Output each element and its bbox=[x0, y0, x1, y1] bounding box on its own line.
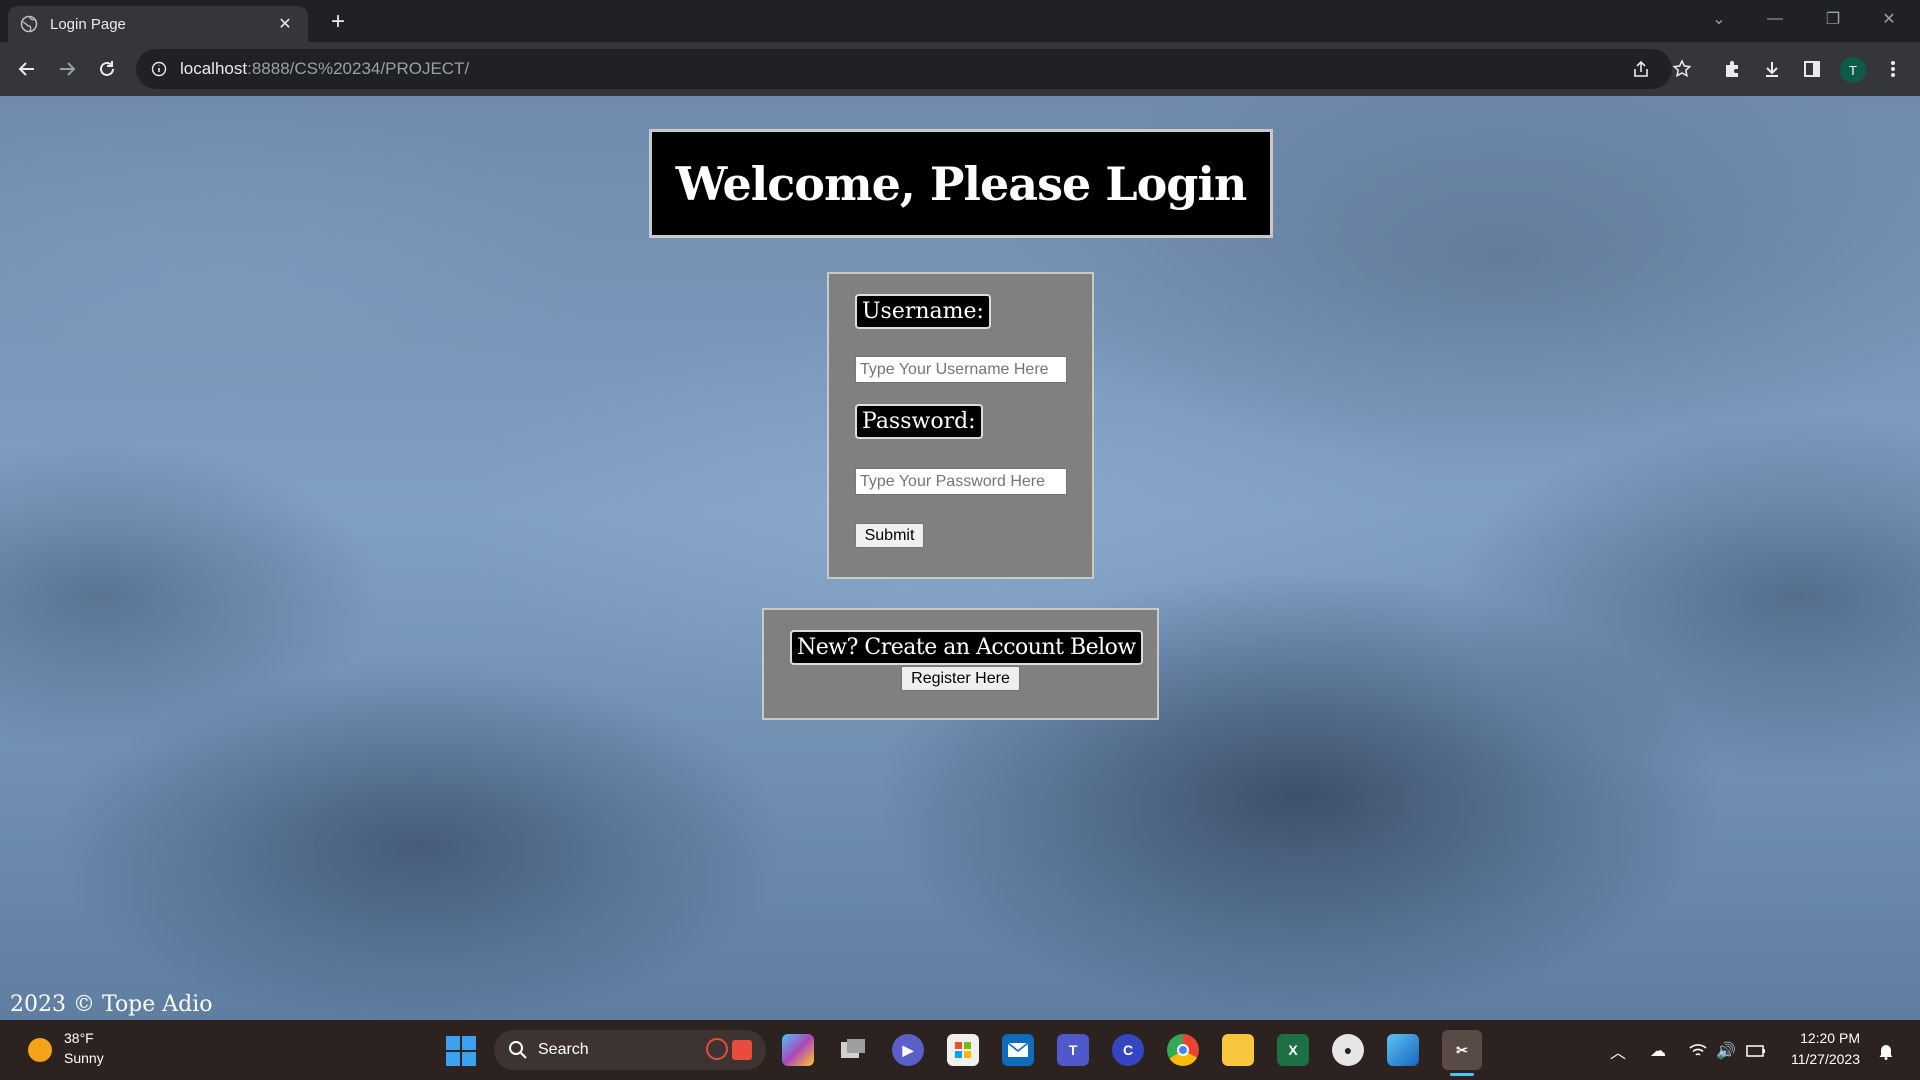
submit-button[interactable]: Submit bbox=[855, 523, 924, 548]
site-info-icon[interactable] bbox=[150, 60, 168, 78]
photos-icon[interactable] bbox=[1387, 1034, 1419, 1066]
chrome-icon[interactable] bbox=[1167, 1034, 1199, 1066]
wifi-icon[interactable] bbox=[1686, 1040, 1710, 1062]
register-panel: New? Create an Account Below Register He… bbox=[762, 608, 1159, 720]
profile-avatar[interactable]: T bbox=[1840, 57, 1866, 83]
onedrive-cloud-icon[interactable]: ☁ bbox=[1646, 1040, 1670, 1062]
page-viewport: Welcome, Please Login Username: Password… bbox=[0, 96, 1920, 1020]
reload-icon[interactable] bbox=[92, 54, 122, 84]
sun-icon bbox=[28, 1038, 52, 1062]
gift-icon bbox=[732, 1040, 752, 1060]
back-arrow-icon[interactable] bbox=[12, 54, 42, 84]
alarm-clock-icon bbox=[706, 1038, 728, 1060]
snipping-tool-icon[interactable]: ✂ bbox=[1442, 1030, 1482, 1070]
tab-strip: Login Page ✕ + ⌄ — ❐ ✕ bbox=[0, 0, 1920, 42]
page-title: Welcome, Please Login bbox=[675, 156, 1248, 211]
new-tab-button[interactable]: + bbox=[322, 8, 354, 36]
footer-credit: 2023 © Tope Adio bbox=[10, 992, 213, 1017]
taskbar-search[interactable]: Search bbox=[494, 1030, 766, 1070]
battery-icon[interactable] bbox=[1744, 1040, 1768, 1062]
register-button[interactable]: Register Here bbox=[901, 666, 1020, 691]
weather-temp: 38°F bbox=[64, 1030, 94, 1046]
download-icon[interactable] bbox=[1759, 56, 1785, 82]
globe-icon bbox=[20, 15, 38, 33]
extensions-puzzle-icon[interactable] bbox=[1719, 56, 1745, 82]
search-label: Search bbox=[538, 1041, 589, 1058]
tab-title: Login Page bbox=[50, 15, 126, 33]
side-panel-icon[interactable] bbox=[1799, 56, 1825, 82]
weather-desc: Sunny bbox=[64, 1050, 104, 1066]
window-close-icon[interactable]: ✕ bbox=[1866, 0, 1912, 38]
store-icon[interactable] bbox=[947, 1034, 979, 1066]
minimize-icon[interactable]: — bbox=[1752, 0, 1798, 38]
cortana-icon[interactable]: C bbox=[1112, 1034, 1144, 1066]
copilot-icon[interactable] bbox=[782, 1034, 814, 1066]
teams-icon[interactable]: T bbox=[1057, 1034, 1089, 1066]
username-label: Username: bbox=[855, 294, 991, 329]
tab-search-icon[interactable]: ⌄ bbox=[1696, 0, 1742, 38]
clock-date[interactable]: 11/27/2023 bbox=[1780, 1051, 1860, 1067]
taskbar: 38°F Sunny Search ▶ T C X ● ✂ ︿ ☁ 🔊 12:2… bbox=[0, 1020, 1920, 1080]
meet-video-icon[interactable]: ▶ bbox=[892, 1034, 924, 1066]
task-view-icon[interactable] bbox=[837, 1034, 869, 1066]
heading-banner: Welcome, Please Login bbox=[649, 129, 1273, 238]
browser-toolbar: localhost:8888/CS%20234/PROJECT/ bbox=[0, 42, 1920, 96]
windows-start-icon[interactable] bbox=[446, 1036, 476, 1066]
tab-login-page[interactable]: Login Page ✕ bbox=[8, 6, 308, 42]
search-icon bbox=[509, 1041, 527, 1059]
forward-arrow-icon[interactable] bbox=[52, 54, 82, 84]
password-input[interactable] bbox=[855, 468, 1067, 495]
password-label: Password: bbox=[855, 404, 983, 439]
address-bar[interactable]: localhost:8888/CS%20234/PROJECT/ bbox=[136, 49, 1672, 89]
close-icon[interactable]: ✕ bbox=[274, 13, 296, 35]
file-explorer-icon[interactable] bbox=[1222, 1034, 1254, 1066]
login-form: Username: Password: Submit bbox=[827, 272, 1094, 579]
share-icon[interactable] bbox=[1630, 58, 1652, 80]
kebab-menu-icon[interactable] bbox=[1880, 56, 1906, 82]
url-host: localhost bbox=[180, 59, 248, 78]
restore-icon[interactable]: ❐ bbox=[1810, 0, 1856, 38]
clock-time[interactable]: 12:20 PM bbox=[1790, 1030, 1860, 1046]
excel-icon[interactable]: X bbox=[1277, 1034, 1309, 1066]
bookmark-star-icon[interactable] bbox=[1669, 56, 1695, 82]
chevron-up-icon[interactable]: ︿ bbox=[1606, 1040, 1630, 1062]
volume-icon[interactable]: 🔊 bbox=[1714, 1040, 1738, 1062]
register-prompt: New? Create an Account Below bbox=[790, 630, 1143, 665]
mail-icon[interactable] bbox=[1002, 1034, 1034, 1066]
active-app-indicator bbox=[1450, 1073, 1474, 1076]
url-path: :8888/CS%20234/PROJECT/ bbox=[247, 59, 470, 78]
notification-bell-icon[interactable] bbox=[1874, 1040, 1898, 1062]
github-icon[interactable]: ● bbox=[1332, 1034, 1364, 1066]
username-input[interactable] bbox=[855, 356, 1067, 383]
